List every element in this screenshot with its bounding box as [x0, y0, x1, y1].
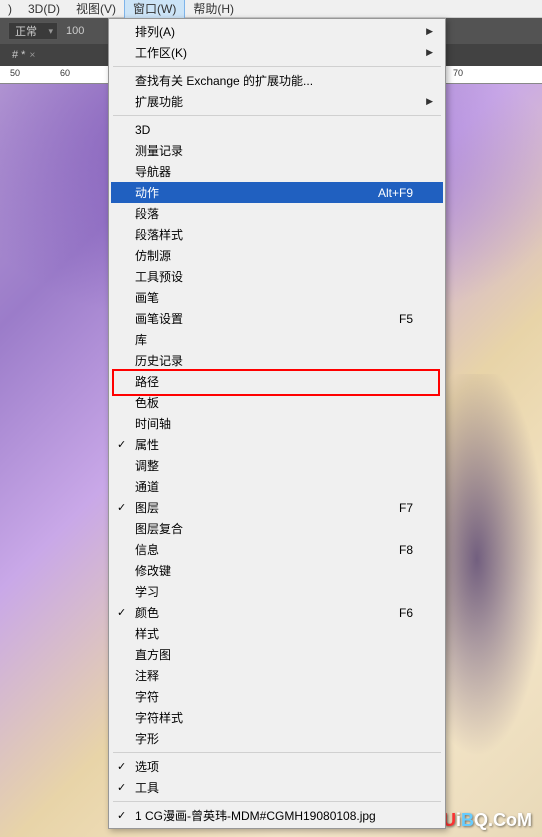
- ruler-tick-60: 60: [60, 68, 70, 78]
- menubar-item-view[interactable]: 视图(V): [68, 0, 124, 19]
- menubar: ) 3D(D) 视图(V) 窗口(W) 帮助(H): [0, 0, 542, 18]
- menu-layers[interactable]: ✓图层F7: [111, 497, 443, 518]
- toolbar-text: 100: [66, 25, 84, 37]
- menu-properties[interactable]: ✓属性: [111, 434, 443, 455]
- check-icon: ✓: [117, 781, 126, 794]
- menu-layer-comps[interactable]: 图层复合: [111, 518, 443, 539]
- menu-swatches[interactable]: 色板: [111, 392, 443, 413]
- shortcut-label: F6: [399, 606, 413, 620]
- ruler-tick-50: 50: [10, 68, 20, 78]
- shortcut-label: F5: [399, 312, 413, 326]
- check-icon: ✓: [117, 438, 126, 451]
- menu-channels[interactable]: 通道: [111, 476, 443, 497]
- menu-paths[interactable]: 路径: [111, 371, 443, 392]
- menu-learn[interactable]: 学习: [111, 581, 443, 602]
- blend-mode-select[interactable]: 正常: [8, 22, 58, 40]
- menu-clone-source[interactable]: 仿制源: [111, 245, 443, 266]
- menu-workspace[interactable]: 工作区(K): [111, 42, 443, 63]
- menu-color[interactable]: ✓颜色F6: [111, 602, 443, 623]
- menu-open-document-1[interactable]: ✓1 CG漫画-曾英玮-MDM#CGMH19080108.jpg: [111, 805, 443, 826]
- menu-adjustments[interactable]: 调整: [111, 455, 443, 476]
- menu-character-styles[interactable]: 字符样式: [111, 707, 443, 728]
- menu-actions[interactable]: 动作Alt+F9: [111, 182, 443, 203]
- close-icon[interactable]: ×: [29, 50, 35, 61]
- menu-paragraph[interactable]: 段落: [111, 203, 443, 224]
- menu-separator: [113, 115, 441, 116]
- menu-navigator[interactable]: 导航器: [111, 161, 443, 182]
- menu-find-extensions[interactable]: 查找有关 Exchange 的扩展功能...: [111, 70, 443, 91]
- menu-separator: [113, 801, 441, 802]
- menubar-item-edit-partial[interactable]: ): [0, 0, 20, 18]
- watermark: UiBQ.CoM: [443, 810, 532, 831]
- check-icon: ✓: [117, 606, 126, 619]
- menu-histogram[interactable]: 直方图: [111, 644, 443, 665]
- menubar-item-window[interactable]: 窗口(W): [124, 0, 185, 20]
- menu-glyphs[interactable]: 字形: [111, 728, 443, 749]
- menubar-item-help[interactable]: 帮助(H): [185, 0, 242, 19]
- shortcut-label: F7: [399, 501, 413, 515]
- menubar-item-3d[interactable]: 3D(D): [20, 0, 68, 18]
- menu-history[interactable]: 历史记录: [111, 350, 443, 371]
- menu-timeline[interactable]: 时间轴: [111, 413, 443, 434]
- check-icon: ✓: [117, 809, 126, 822]
- shortcut-label: Alt+F9: [378, 186, 413, 200]
- tab-label: # *: [12, 49, 25, 61]
- document-tab[interactable]: # * ×: [6, 49, 41, 61]
- menu-tool-presets[interactable]: 工具预设: [111, 266, 443, 287]
- menu-options[interactable]: ✓选项: [111, 756, 443, 777]
- menu-extensions[interactable]: 扩展功能: [111, 91, 443, 112]
- menu-separator: [113, 752, 441, 753]
- menu-modifier-keys[interactable]: 修改键: [111, 560, 443, 581]
- menu-notes[interactable]: 注释: [111, 665, 443, 686]
- check-icon: ✓: [117, 760, 126, 773]
- ruler-tick-70: 70: [453, 68, 463, 78]
- menu-libraries[interactable]: 库: [111, 329, 443, 350]
- menu-arrange[interactable]: 排列(A): [111, 21, 443, 42]
- check-icon: ✓: [117, 501, 126, 514]
- menu-measurement-log[interactable]: 测量记录: [111, 140, 443, 161]
- menu-paragraph-styles[interactable]: 段落样式: [111, 224, 443, 245]
- menu-separator: [113, 66, 441, 67]
- menu-brushes[interactable]: 画笔: [111, 287, 443, 308]
- menu-brush-settings[interactable]: 画笔设置F5: [111, 308, 443, 329]
- menu-tools[interactable]: ✓工具: [111, 777, 443, 798]
- menu-3d[interactable]: 3D: [111, 119, 443, 140]
- menu-styles[interactable]: 样式: [111, 623, 443, 644]
- menu-character[interactable]: 字符: [111, 686, 443, 707]
- menu-info[interactable]: 信息F8: [111, 539, 443, 560]
- shortcut-label: F8: [399, 543, 413, 557]
- window-dropdown-menu: 排列(A) 工作区(K) 查找有关 Exchange 的扩展功能... 扩展功能…: [108, 18, 446, 829]
